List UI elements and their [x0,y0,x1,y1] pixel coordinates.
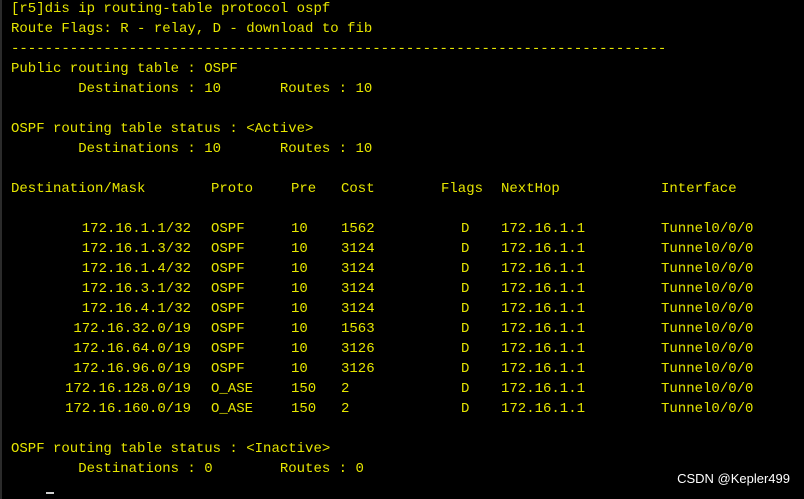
header-cost: Cost [341,181,375,197]
inactive-status-summary: Destinations : 0 Routes : 0 [11,461,364,477]
header-proto: Proto [211,181,254,197]
route-destination: 172.16.4.1/32 [81,301,191,317]
route-destination: 172.16.160.0/19 [64,401,191,417]
public-table-summary: Destinations : 10 Routes : 10 [11,81,373,97]
route-flags: D [461,281,470,297]
route-destination: 172.16.1.4/32 [81,261,191,277]
route-interface: Tunnel0/0/0 [661,221,754,237]
route-cost: 3124 [341,261,375,277]
route-interface: Tunnel0/0/0 [661,401,754,417]
command-line: [r5]dis ip routing-table protocol ospf [11,1,331,17]
route-flags: D [461,341,470,357]
route-flags: D [461,321,470,337]
route-flags: D [461,261,470,277]
route-flags: D [461,401,470,417]
route-nexthop: 172.16.1.1 [501,381,586,397]
route-destination: 172.16.96.0/19 [73,361,191,377]
terminal-window[interactable]: [r5]dis ip routing-table protocol ospf R… [0,0,804,499]
route-nexthop: 172.16.1.1 [501,301,586,317]
route-proto: OSPF [211,241,245,257]
route-flags: D [461,381,470,397]
route-proto: OSPF [211,221,245,237]
route-cost: 2 [341,381,350,397]
public-table-title: Public routing table : OSPF [11,61,238,77]
header-pre: Pre [291,181,317,197]
route-destination: 172.16.1.3/32 [81,241,191,257]
route-cost: 3126 [341,361,375,377]
route-cost: 3124 [341,241,375,257]
route-flags: D [461,221,470,237]
route-nexthop: 172.16.1.1 [501,401,586,417]
active-status-title: OSPF routing table status : <Active> [11,121,314,137]
route-flags: D [461,241,470,257]
route-proto: O_ASE [211,401,254,417]
header-destination: Destination/Mask [11,181,146,197]
route-pre: 10 [291,361,308,377]
inactive-status-title: OSPF routing table status : <Inactive> [11,441,331,457]
header-nexthop: NextHop [501,181,560,197]
route-destination: 172.16.3.1/32 [81,281,191,297]
route-pre: 150 [291,401,317,417]
header-flags: Flags [441,181,484,197]
route-cost: 3124 [341,281,375,297]
route-pre: 150 [291,381,317,397]
route-nexthop: 172.16.1.1 [501,281,586,297]
route-pre: 10 [291,261,308,277]
route-interface: Tunnel0/0/0 [661,241,754,257]
header-interface: Interface [661,181,737,197]
route-nexthop: 172.16.1.1 [501,261,586,277]
route-interface: Tunnel0/0/0 [661,381,754,397]
route-flags-line: Route Flags: R - relay, D - download to … [11,21,373,37]
route-nexthop: 172.16.1.1 [501,241,586,257]
route-cost: 3126 [341,341,375,357]
route-proto: OSPF [211,341,245,357]
route-destination: 172.16.64.0/19 [73,341,191,357]
route-cost: 3124 [341,301,375,317]
route-proto: O_ASE [211,381,254,397]
watermark: CSDN @Kepler499 [677,471,790,486]
route-proto: OSPF [211,281,245,297]
route-destination: 172.16.32.0/19 [73,321,191,337]
route-pre: 10 [291,321,308,337]
route-nexthop: 172.16.1.1 [501,361,586,377]
route-cost: 2 [341,401,350,417]
route-pre: 10 [291,281,308,297]
route-proto: OSPF [211,301,245,317]
route-interface: Tunnel0/0/0 [661,301,754,317]
route-interface: Tunnel0/0/0 [661,261,754,277]
route-interface: Tunnel0/0/0 [661,341,754,357]
route-interface: Tunnel0/0/0 [661,361,754,377]
route-flags: D [461,361,470,377]
route-nexthop: 172.16.1.1 [501,341,586,357]
route-interface: Tunnel0/0/0 [661,281,754,297]
route-pre: 10 [291,341,308,357]
route-cost: 1562 [341,221,375,237]
route-cost: 1563 [341,321,375,337]
route-destination: 172.16.1.1/32 [81,221,191,237]
route-pre: 10 [291,221,308,237]
route-flags: D [461,301,470,317]
route-pre: 10 [291,301,308,317]
separator-line: ----------------------------------------… [11,41,667,57]
route-interface: Tunnel0/0/0 [661,321,754,337]
route-destination: 172.16.128.0/19 [64,381,191,397]
cursor-icon [46,492,54,494]
route-proto: OSPF [211,261,245,277]
route-proto: OSPF [211,321,245,337]
route-nexthop: 172.16.1.1 [501,321,586,337]
route-proto: OSPF [211,361,245,377]
route-pre: 10 [291,241,308,257]
route-nexthop: 172.16.1.1 [501,221,586,237]
active-status-summary: Destinations : 10 Routes : 10 [11,141,373,157]
